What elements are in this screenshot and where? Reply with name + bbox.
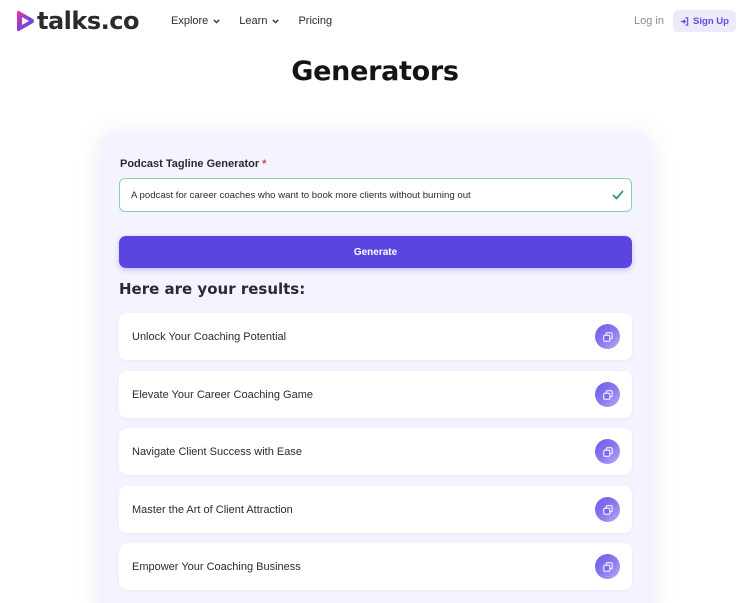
result-text: Unlock Your Coaching Potential xyxy=(132,330,287,343)
login-link[interactable]: Log in xyxy=(634,15,664,27)
nav-item-learn[interactable]: Learn xyxy=(239,15,280,27)
talks-play-icon xyxy=(17,10,34,32)
result-text: Elevate Your Career Coaching Game xyxy=(132,388,313,401)
check-icon xyxy=(612,190,624,200)
generate-button[interactable]: Generate xyxy=(119,236,632,268)
nav-item-explore[interactable]: Explore xyxy=(171,15,220,27)
copy-button[interactable] xyxy=(595,382,620,407)
result-item: Master the Art of Client Attraction xyxy=(119,486,632,533)
result-text: Empower Your Coaching Business xyxy=(132,560,301,573)
nav-item-label: Explore xyxy=(171,15,209,27)
signup-button[interactable]: Sign Up xyxy=(673,10,736,32)
tagline-input-value: A podcast for career coaches who want to… xyxy=(131,189,471,201)
nav-item-label: Learn xyxy=(239,15,268,27)
field-label-text: Podcast Tagline Generator xyxy=(120,158,260,170)
copy-icon xyxy=(602,331,613,342)
result-item: Navigate Client Success with Ease xyxy=(119,428,632,475)
generate-label: Generate xyxy=(353,246,398,258)
tagline-input[interactable]: A podcast for career coaches who want to… xyxy=(119,178,632,212)
signup-label: Sign Up xyxy=(693,15,729,27)
top-nav: talks.co Explore Learn Pricing Log in Si… xyxy=(0,0,750,42)
result-item: Empower Your Coaching Business xyxy=(119,543,632,590)
page-title: Generators xyxy=(291,56,459,87)
result-text: Master the Art of Client Attraction xyxy=(132,503,293,516)
results-heading: Here are your results: xyxy=(119,280,306,298)
copy-button[interactable] xyxy=(595,439,620,464)
brand-logo[interactable]: talks.co xyxy=(16,9,139,33)
nav-item-label: Pricing xyxy=(298,15,333,27)
page: talks.co Explore Learn Pricing Log in Si… xyxy=(0,0,750,603)
copy-icon xyxy=(602,446,613,457)
main-nav: Explore Learn Pricing xyxy=(171,15,351,27)
required-mark: * xyxy=(262,158,267,170)
copy-icon xyxy=(602,389,613,400)
copy-icon xyxy=(602,504,613,515)
generator-card: Podcast Tagline Generator * A podcast for… xyxy=(100,131,652,603)
brand-name: talks.co xyxy=(37,7,139,35)
copy-button[interactable] xyxy=(595,497,620,522)
result-item: Elevate Your Career Coaching Game xyxy=(119,371,632,418)
sign-in-icon xyxy=(680,16,689,26)
nav-item-pricing[interactable]: Pricing xyxy=(298,15,332,27)
chevron-down-icon xyxy=(272,18,280,24)
chevron-down-icon xyxy=(213,18,220,24)
copy-button[interactable] xyxy=(595,554,620,579)
copy-button[interactable] xyxy=(595,324,620,349)
copy-icon xyxy=(602,561,613,572)
result-item: Unlock Your Coaching Potential xyxy=(119,313,632,360)
field-label: Podcast Tagline Generator * xyxy=(120,158,266,170)
result-text: Navigate Client Success with Ease xyxy=(132,445,302,458)
